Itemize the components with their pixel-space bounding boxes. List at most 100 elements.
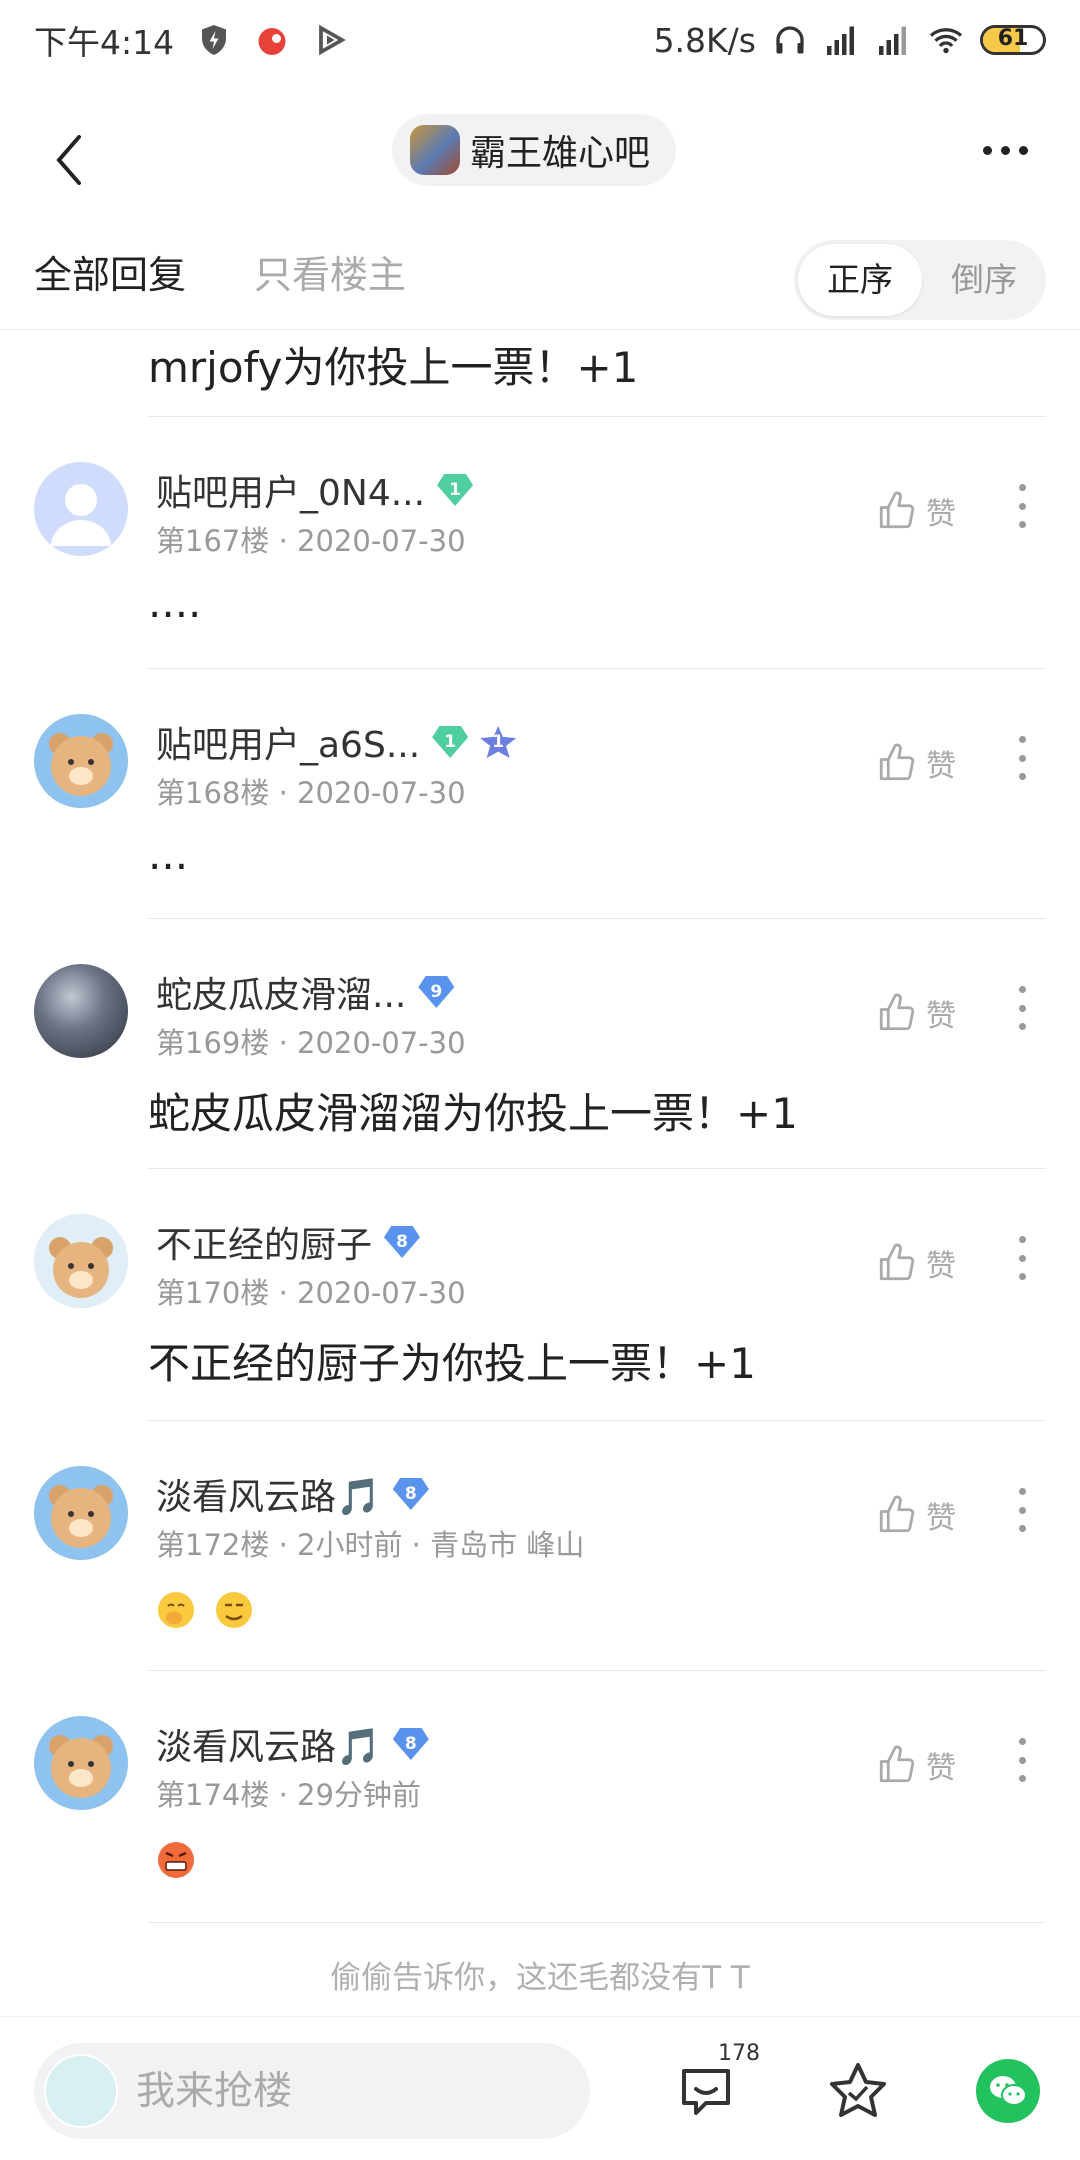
- sort-asc-button[interactable]: 正序: [798, 244, 922, 316]
- thumb-up-icon: [879, 743, 915, 781]
- menu-dot-icon: [1018, 1525, 1026, 1532]
- reply-item: 贴吧用户_0N4... 1 第167楼 · 2020-07-30 赞 ....: [0, 428, 1080, 678]
- post-time: 2020-07-30: [297, 1026, 466, 1060]
- comment-count: 178: [718, 2041, 760, 2066]
- floor-number: 第174楼: [156, 1778, 270, 1812]
- avatar[interactable]: [34, 462, 128, 556]
- like-button[interactable]: 赞: [876, 488, 956, 534]
- avatar[interactable]: [34, 1214, 128, 1308]
- level-badge: 1: [432, 726, 469, 758]
- divider: [148, 416, 1046, 417]
- status-bar: 下午4:14 5.8K/s 61: [0, 0, 1080, 80]
- reply-item: 贴吧用户_a6S... 1 1 第168楼 · 2020-07-30 赞 ...: [0, 680, 1080, 930]
- menu-dot-icon: [1018, 521, 1026, 528]
- post-body: [156, 1590, 254, 1630]
- like-label: 赞: [926, 1751, 956, 1786]
- bear-avatar-icon: [34, 1466, 128, 1560]
- user-name[interactable]: 淡看风云路🎵: [156, 1468, 381, 1520]
- back-arrow-icon: [56, 135, 81, 185]
- comment-icon[interactable]: [676, 2061, 736, 2121]
- menu-dot-icon: [1018, 986, 1026, 993]
- level-badge: 8: [384, 1226, 421, 1258]
- menu-dot-icon: [1018, 1004, 1026, 1012]
- back-button[interactable]: [40, 120, 100, 200]
- like-button[interactable]: 赞: [876, 740, 956, 786]
- post-location: 青岛市 峰山: [430, 1528, 585, 1562]
- divider: [148, 1168, 1046, 1169]
- menu-dot-icon: [1018, 1236, 1026, 1243]
- post-meta: 第170楼 · 2020-07-30: [156, 1276, 466, 1310]
- floor-number: 第169楼: [156, 1026, 270, 1060]
- user-name[interactable]: 蛇皮瓜皮滑溜...: [156, 966, 406, 1018]
- divider: [148, 1670, 1046, 1671]
- forum-chip[interactable]: 霸王雄心吧: [392, 114, 677, 186]
- header: 霸王雄心吧: [0, 110, 1080, 230]
- reply-item: 淡看风云路🎵 8 第174楼 · 29分钟前 赞: [0, 1682, 1080, 1932]
- reply-menu-button[interactable]: [1010, 1488, 1034, 1532]
- tab-op-only[interactable]: 只看楼主: [254, 244, 406, 299]
- like-button[interactable]: 赞: [876, 1492, 956, 1538]
- default-user-icon: [51, 484, 111, 546]
- reply-menu-button[interactable]: [1010, 986, 1034, 1030]
- menu-dot-icon: [1018, 736, 1026, 743]
- avatar[interactable]: [34, 1466, 128, 1560]
- post-body: ...: [148, 830, 189, 879]
- like-label: 赞: [926, 1249, 956, 1284]
- post-body: 蛇皮瓜皮滑溜溜为你投上一票！+1: [148, 1089, 798, 1138]
- user-name[interactable]: 贴吧用户_a6S...: [156, 716, 420, 768]
- floor-number: 第167楼: [156, 524, 270, 558]
- reply-menu-button[interactable]: [1010, 1236, 1034, 1280]
- tab-all-replies[interactable]: 全部回复: [34, 244, 186, 299]
- more-options-button[interactable]: [970, 120, 1040, 180]
- menu-dot-icon: [1018, 1254, 1026, 1262]
- my-avatar[interactable]: [44, 2054, 118, 2128]
- menu-dot-icon: [1018, 1738, 1026, 1745]
- reply-menu-button[interactable]: [1010, 736, 1034, 780]
- user-name[interactable]: 贴吧用户_0N4...: [156, 464, 425, 516]
- wifi-icon: [929, 28, 963, 54]
- forum-name: 霸王雄心吧: [470, 133, 651, 174]
- forum-avatar: [410, 125, 460, 175]
- level-badge: 9: [418, 976, 455, 1008]
- favorite-star-icon[interactable]: [826, 2059, 890, 2123]
- like-button[interactable]: 赞: [876, 1240, 956, 1286]
- menu-dot-icon: [1018, 1775, 1026, 1782]
- post-meta: 第174楼 · 29分钟前: [156, 1778, 421, 1812]
- reply-menu-button[interactable]: [1010, 1738, 1034, 1782]
- like-label: 赞: [926, 1501, 956, 1536]
- floor-number: 第168楼: [156, 776, 270, 810]
- avatar[interactable]: [34, 964, 128, 1058]
- smirk-emoji-icon: [216, 1592, 252, 1628]
- app-notification-icon: [258, 28, 286, 55]
- reply-input[interactable]: [136, 2068, 556, 2114]
- post-body: ....: [148, 578, 202, 627]
- post-meta: 第169楼 · 2020-07-30: [156, 1026, 466, 1060]
- menu-dot-icon: [1018, 1023, 1026, 1030]
- bottom-bar: 178: [0, 2016, 1080, 2160]
- post-time: 2020-07-30: [297, 1276, 466, 1310]
- post-body: mrjofy为你投上一票！+1: [148, 343, 639, 392]
- menu-dot-icon: [1018, 773, 1026, 780]
- sort-desc-button[interactable]: 倒序: [922, 244, 1046, 316]
- thumb-up-icon: [879, 1243, 915, 1281]
- headphones-icon: [776, 26, 804, 54]
- user-name[interactable]: 淡看风云路🎵: [156, 1718, 381, 1770]
- thumb-up-icon: [879, 1745, 915, 1783]
- like-button[interactable]: 赞: [876, 1742, 956, 1788]
- battery-icon: 61: [980, 25, 1046, 55]
- status-time: 下午4:14: [34, 23, 175, 62]
- reply-item: 不正经的厨子 8 第170楼 · 2020-07-30 赞 不正经的厨子为你投上…: [0, 1180, 1080, 1430]
- avatar[interactable]: [34, 714, 128, 808]
- wechat-share-button[interactable]: [976, 2059, 1040, 2123]
- like-button[interactable]: 赞: [876, 990, 956, 1036]
- menu-dot-icon: [1018, 1488, 1026, 1495]
- reply-menu-button[interactable]: [1010, 484, 1034, 528]
- more-dot-icon: [1000, 145, 1010, 155]
- like-label: 赞: [926, 749, 956, 784]
- sort-toggle: 正序 倒序: [794, 240, 1046, 320]
- user-name[interactable]: 不正经的厨子: [156, 1216, 372, 1268]
- avatar[interactable]: [34, 1716, 128, 1810]
- reply-input-container[interactable]: [34, 2043, 590, 2139]
- wechat-icon: [990, 2076, 1027, 2106]
- play-icon: [319, 24, 346, 56]
